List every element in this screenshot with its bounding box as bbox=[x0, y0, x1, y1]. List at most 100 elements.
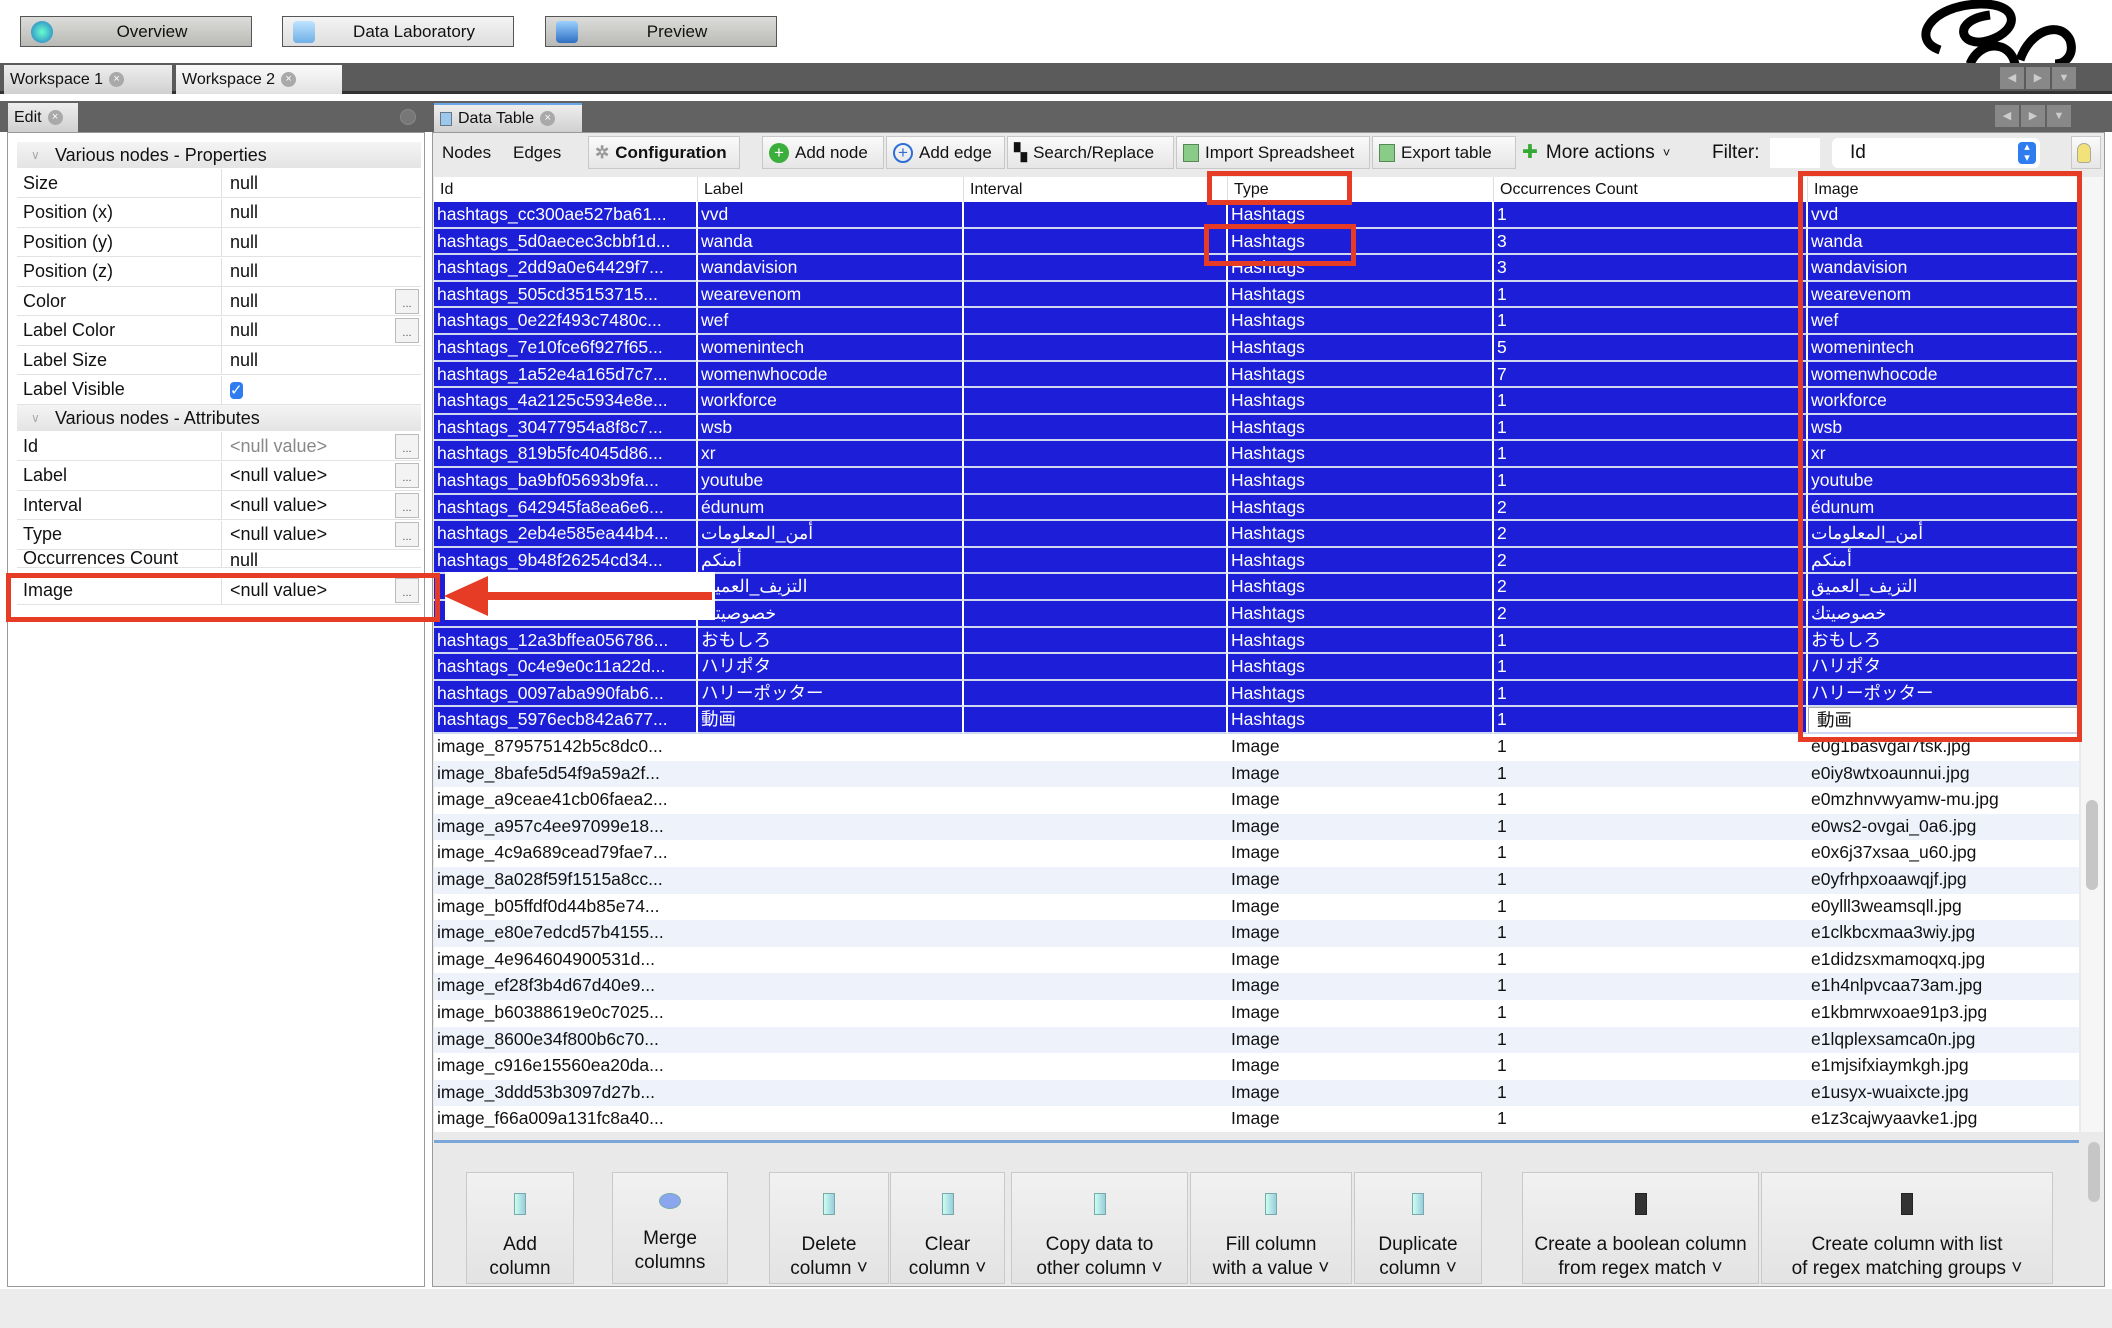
data-laboratory-button[interactable]: Data Laboratory bbox=[282, 16, 514, 47]
table-cell[interactable]: 動画 bbox=[698, 707, 964, 734]
column-action-button[interactable]: Fill column with a value ˅ bbox=[1190, 1172, 1352, 1284]
edit-button[interactable]: ... bbox=[395, 433, 419, 459]
table-row[interactable]: image_4c9a689cead79fae7... Image 1 e0x6j37x… bbox=[434, 840, 2079, 867]
column-action-button[interactable]: Delete column ˅ bbox=[769, 1172, 889, 1284]
filter-input[interactable] bbox=[1770, 138, 1820, 168]
table-cell[interactable]: édunum bbox=[698, 494, 964, 522]
table-cell[interactable] bbox=[964, 787, 1228, 814]
table-cell[interactable]: e0g1basvgai7tsk.jpg bbox=[1808, 734, 2079, 761]
table-cell[interactable] bbox=[964, 627, 1228, 655]
table-cell[interactable]: Hashtags bbox=[1228, 228, 1494, 256]
table-cell[interactable]: Hashtags bbox=[1228, 335, 1494, 362]
table-cell[interactable]: wanda bbox=[698, 228, 964, 256]
table-cell[interactable]: hashtags_7e10fce6f927f65... bbox=[434, 335, 698, 362]
table-cell[interactable]: image_b05ffdf0d44b85e74... bbox=[434, 894, 698, 921]
table-cell[interactable]: Hashtags bbox=[1228, 654, 1494, 681]
table-cell[interactable] bbox=[964, 973, 1228, 1000]
table-row[interactable]: hashtags_7e10fce6f927f65... womenintech Ha… bbox=[434, 335, 2079, 362]
column-header[interactable]: Interval bbox=[964, 177, 1228, 202]
table-row[interactable]: hashtags_505cd35153715... wearevenom Hasht… bbox=[434, 281, 2079, 309]
table-cell[interactable]: image_4e964604900531d... bbox=[434, 947, 698, 974]
table-cell[interactable] bbox=[964, 441, 1228, 468]
table-row[interactable]: image_e80e7edcd57b4155... Image 1 e1clkbcxm… bbox=[434, 920, 2079, 947]
search-replace-button[interactable]: ▚ Search/Replace bbox=[1007, 136, 1174, 169]
table-cell[interactable]: image_8600e34f800b6c70... bbox=[434, 1027, 698, 1054]
column-header[interactable]: Image bbox=[1808, 177, 2079, 202]
table-cell[interactable]: أمنكم bbox=[698, 547, 964, 575]
table-cell[interactable] bbox=[964, 1080, 1228, 1107]
table-cell[interactable]: image_a957c4ee97099e18... bbox=[434, 814, 698, 841]
table-cell[interactable] bbox=[698, 920, 964, 947]
property-row[interactable]: Color null... bbox=[17, 287, 421, 316]
table-cell[interactable] bbox=[964, 867, 1228, 894]
table-cell[interactable] bbox=[698, 1106, 964, 1132]
table-cell[interactable]: خصوصيتك bbox=[1808, 601, 2079, 628]
table-cell[interactable]: image_879575142b5c8dc0... bbox=[434, 734, 698, 761]
checkbox[interactable]: ✓ bbox=[230, 381, 243, 399]
table-cell[interactable] bbox=[964, 1053, 1228, 1080]
table-row[interactable]: image_f66a009a131fc8a40... Image 1 e1z3cajw… bbox=[434, 1106, 2079, 1132]
property-row[interactable]: Label Visible ✓ bbox=[17, 375, 421, 405]
configuration-button[interactable]: ✲ Configuration bbox=[588, 136, 740, 169]
table-cell[interactable]: 1 bbox=[1494, 973, 1808, 1000]
column-action-button[interactable]: Add column bbox=[466, 1172, 574, 1284]
table-cell[interactable] bbox=[964, 1000, 1228, 1027]
table-cell[interactable]: أمن_المعلومات bbox=[698, 521, 964, 548]
table-cell[interactable] bbox=[964, 707, 1228, 734]
table-cell[interactable]: e1z3cajwyaavke1.jpg bbox=[1808, 1106, 2079, 1132]
table-cell[interactable]: 1 bbox=[1494, 920, 1808, 947]
table-cell[interactable]: image_3ddd53b3097d27b... bbox=[434, 1080, 698, 1107]
chevron-right-icon[interactable]: ▶ bbox=[2021, 105, 2045, 127]
tab-navigation[interactable]: ◀ ▶ ▼ bbox=[2000, 67, 2076, 89]
table-cell[interactable] bbox=[964, 761, 1228, 788]
table-cell[interactable] bbox=[964, 920, 1228, 947]
table-cell[interactable]: wandavision bbox=[698, 255, 964, 282]
table-cell[interactable]: hashtags_12a3bffea056786... bbox=[434, 627, 698, 655]
table-cell[interactable]: image_b60388619e0c7025... bbox=[434, 1000, 698, 1027]
table-cell[interactable]: أمنكم bbox=[1808, 547, 2079, 575]
table-cell[interactable]: hashtags_cc300ae527ba61... bbox=[434, 202, 698, 229]
table-cell[interactable] bbox=[964, 840, 1228, 867]
table-cell[interactable]: workforce bbox=[698, 388, 964, 415]
column-header[interactable]: Label bbox=[698, 177, 964, 202]
add-node-button[interactable]: + Add node bbox=[762, 136, 884, 169]
table-cell[interactable] bbox=[964, 521, 1228, 548]
edit-button[interactable]: ... bbox=[395, 318, 419, 343]
table-cell[interactable] bbox=[964, 814, 1228, 841]
table-cell[interactable]: image_8a028f59f1515a8cc... bbox=[434, 867, 698, 894]
add-edge-button[interactable]: + Add edge bbox=[886, 136, 1005, 169]
table-row[interactable]: hashtags_0e22f493c7480c... wef Hashtags 1 we… bbox=[434, 308, 2079, 335]
table-cell[interactable] bbox=[698, 1000, 964, 1027]
table-cell[interactable] bbox=[964, 255, 1228, 282]
table-cell[interactable]: Hashtags bbox=[1228, 601, 1494, 628]
table-cell[interactable]: Hashtags bbox=[1228, 281, 1494, 309]
table-cell[interactable]: e1usyx-wuaixcte.jpg bbox=[1808, 1080, 2079, 1107]
table-cell[interactable]: hashtags_0e22f493c7480c... bbox=[434, 308, 698, 335]
table-cell[interactable]: hashtags_0097aba990fab6... bbox=[434, 680, 698, 708]
table-cell[interactable]: ハリポタ bbox=[1808, 654, 2079, 681]
column-action-button[interactable]: Create column with list of regex matchin… bbox=[1761, 1172, 2053, 1284]
table-cell[interactable]: 1 bbox=[1494, 894, 1808, 921]
table-cell[interactable]: ハリーポッター bbox=[1808, 680, 2079, 708]
property-row[interactable]: Position (x) null bbox=[17, 198, 421, 228]
table-cell[interactable]: e1kbmrwxoae91p3.jpg bbox=[1808, 1000, 2079, 1027]
table-cell[interactable]: Hashtags bbox=[1228, 308, 1494, 335]
tab-navigation[interactable]: ◀ ▶ ▼ bbox=[1995, 105, 2071, 127]
table-cell[interactable]: Hashtags bbox=[1228, 414, 1494, 442]
properties-section-header[interactable]: ∨ Various nodes - Properties bbox=[17, 142, 421, 168]
edges-tab[interactable]: Edges bbox=[513, 136, 561, 169]
table-cell[interactable]: 動画 bbox=[1808, 707, 2079, 734]
table-cell[interactable]: e1clkbcxmaa3wiy.jpg bbox=[1808, 920, 2079, 947]
nodes-tab[interactable]: Nodes bbox=[442, 136, 491, 169]
table-cell[interactable]: Hashtags bbox=[1228, 547, 1494, 575]
table-cell[interactable]: hashtags_819b5fc4045d86... bbox=[434, 441, 698, 468]
table-cell[interactable]: Image bbox=[1228, 787, 1494, 814]
table-cell[interactable]: womenwhocode bbox=[698, 361, 964, 389]
table-cell[interactable]: hashtags_505cd35153715... bbox=[434, 281, 698, 309]
edit-button[interactable]: ... bbox=[395, 522, 419, 547]
table-cell[interactable]: 5 bbox=[1494, 335, 1808, 362]
table-cell[interactable]: hashtags_642945fa8ea6e6... bbox=[434, 494, 698, 522]
table-cell[interactable]: image_8bafe5d54f9a59a2f... bbox=[434, 761, 698, 788]
table-cell[interactable]: أمن_المعلومات bbox=[1808, 521, 2079, 548]
table-cell[interactable] bbox=[964, 414, 1228, 442]
